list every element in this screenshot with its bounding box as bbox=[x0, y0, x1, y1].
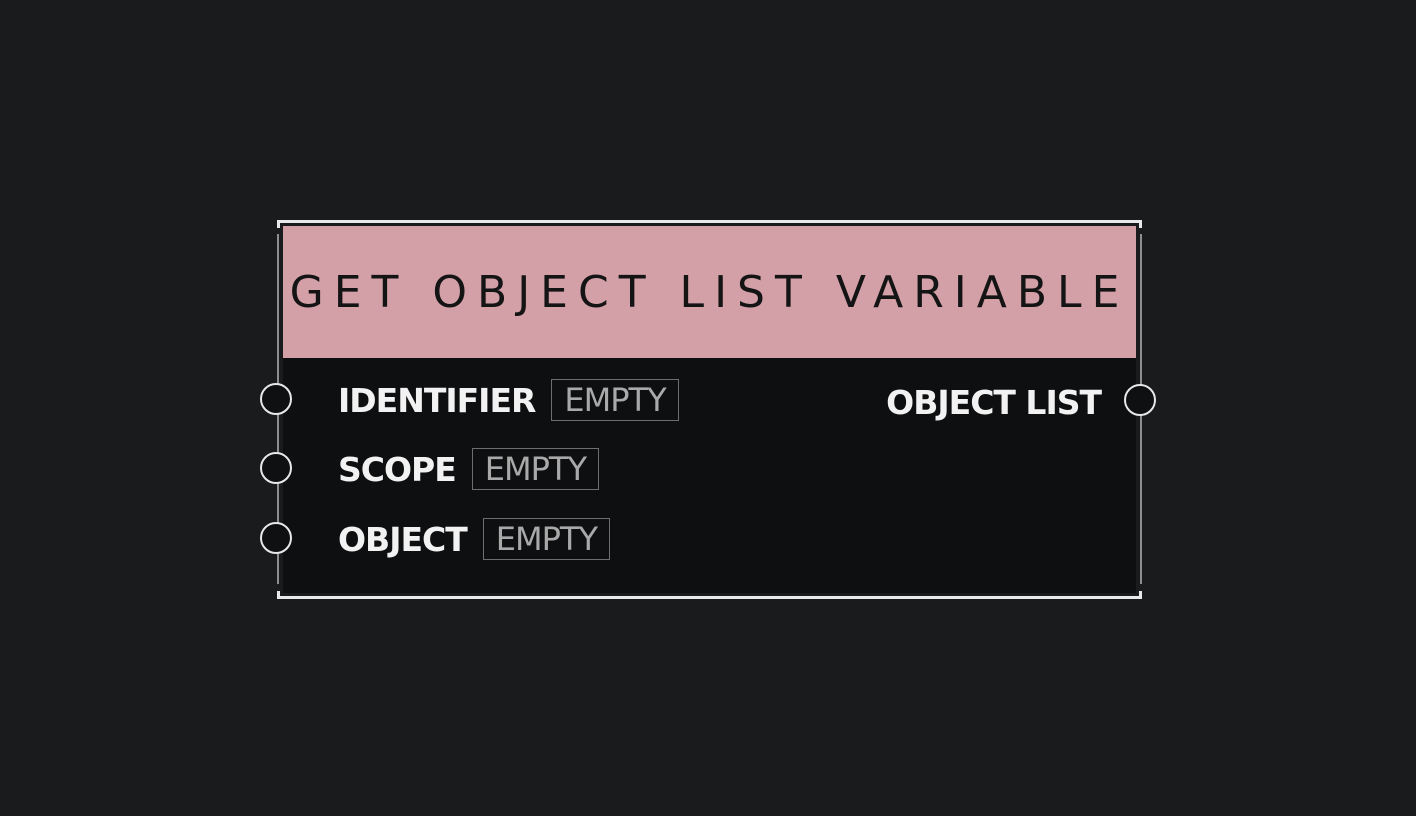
identifier-value-field[interactable]: EMPTY bbox=[551, 379, 679, 421]
input-row-object: OBJECT EMPTY bbox=[338, 517, 610, 561]
object-list-label: OBJECT LIST bbox=[886, 382, 1102, 422]
object-value-field[interactable]: EMPTY bbox=[482, 518, 610, 560]
node-corner bbox=[277, 591, 280, 599]
graph-canvas[interactable]: GET OBJECT LIST VARIABLE IDENTIFIER EMPT… bbox=[0, 0, 1416, 816]
input-row-scope: SCOPE EMPTY bbox=[338, 447, 599, 491]
node-corner bbox=[277, 220, 280, 228]
object-input-port[interactable] bbox=[260, 522, 292, 554]
node-title: GET OBJECT LIST VARIABLE bbox=[289, 266, 1130, 318]
identifier-label: IDENTIFIER bbox=[338, 380, 536, 420]
node-corner bbox=[1139, 591, 1142, 599]
node-frame-bottom bbox=[277, 596, 1142, 599]
input-row-identifier: IDENTIFIER EMPTY bbox=[338, 378, 679, 422]
output-row-object-list: OBJECT LIST bbox=[886, 380, 1102, 424]
scope-input-port[interactable] bbox=[260, 452, 292, 484]
node-corner bbox=[1139, 220, 1142, 228]
object-list-output-port[interactable] bbox=[1124, 384, 1156, 416]
get-object-list-variable-node[interactable]: GET OBJECT LIST VARIABLE IDENTIFIER EMPT… bbox=[260, 220, 1156, 599]
identifier-input-port[interactable] bbox=[260, 383, 292, 415]
node-frame-top bbox=[277, 220, 1142, 223]
scope-value-field[interactable]: EMPTY bbox=[471, 448, 599, 490]
scope-label: SCOPE bbox=[338, 449, 457, 489]
node-header[interactable]: GET OBJECT LIST VARIABLE bbox=[283, 226, 1136, 358]
object-label: OBJECT bbox=[338, 519, 468, 559]
